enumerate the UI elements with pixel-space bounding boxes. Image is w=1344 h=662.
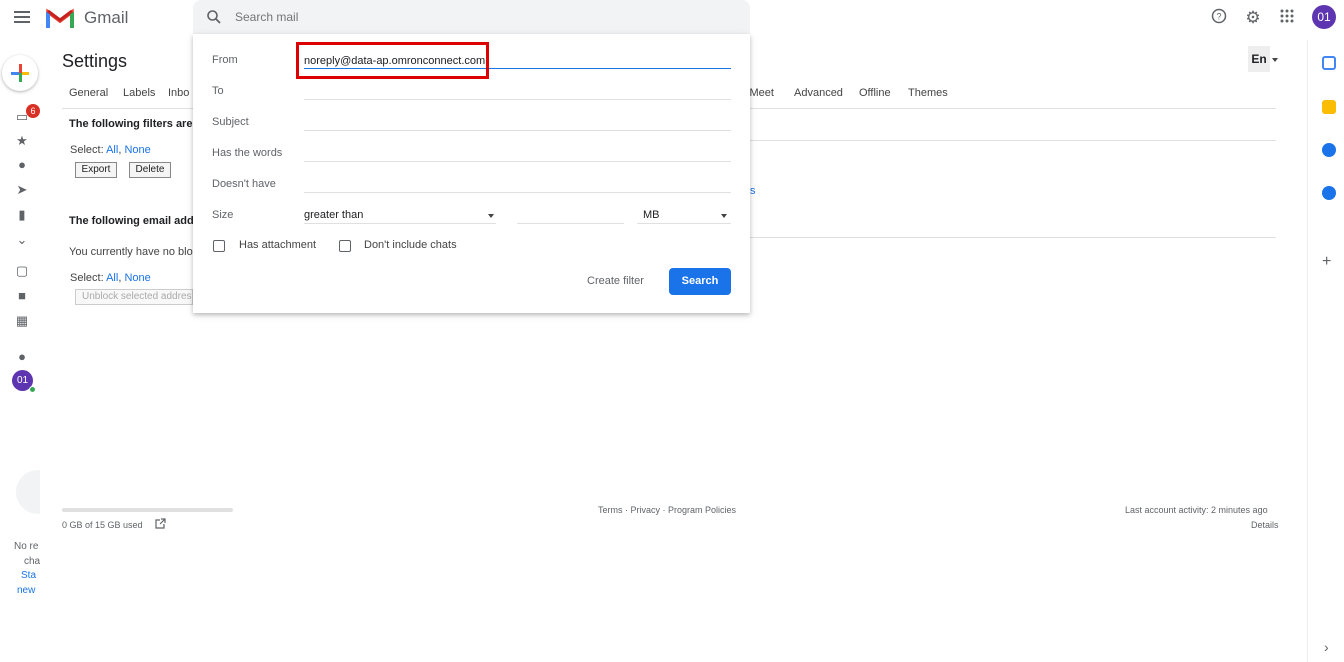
gmail-wordmark: Gmail xyxy=(84,8,129,27)
has-words-field[interactable] xyxy=(304,161,731,162)
size-value-field[interactable] xyxy=(517,223,624,224)
meet-video-icon[interactable]: ■ xyxy=(14,289,30,303)
keep-icon[interactable] xyxy=(1322,100,1336,114)
size-label: Size xyxy=(212,209,234,221)
highlight-box xyxy=(296,42,489,79)
settings-gear-icon[interactable]: ⚙ xyxy=(1243,8,1263,28)
drafts-icon[interactable]: ▮ xyxy=(14,208,30,222)
gmail-logo[interactable] xyxy=(46,7,74,28)
chat-placeholder-icon xyxy=(16,470,40,514)
tab-themes[interactable]: Themes xyxy=(908,87,948,99)
svg-text:?: ? xyxy=(1216,12,1221,22)
size-operator-select[interactable]: greater than xyxy=(304,209,363,221)
filters-heading: The following filters are a xyxy=(69,118,202,130)
dont-include-chats-label: Don't include chats xyxy=(364,239,457,251)
online-status-dot xyxy=(29,386,36,393)
doesnt-have-label: Doesn't have xyxy=(212,178,276,190)
meet-new-icon[interactable]: ▢ xyxy=(14,264,30,278)
create-filter-button[interactable]: Create filter xyxy=(587,275,644,287)
has-attachment-label: Has attachment xyxy=(239,239,317,251)
filters-divider xyxy=(750,140,1276,141)
size-operator-underline xyxy=(304,223,496,224)
account-avatar[interactable]: 01 xyxy=(1312,5,1336,29)
tab-general[interactable]: General xyxy=(69,87,108,99)
main-menu-icon[interactable] xyxy=(14,11,30,23)
blocked-empty-text: You currently have no blo xyxy=(69,246,193,258)
storage-bar xyxy=(62,508,233,512)
sent-icon[interactable]: ➤ xyxy=(14,183,30,197)
filters-select-row: Select: All, None xyxy=(70,144,151,156)
dont-include-chats-checkbox[interactable] xyxy=(339,240,351,252)
right-rail-divider xyxy=(1307,40,1308,662)
filters-link-fragment[interactable]: s xyxy=(750,185,756,197)
search-button[interactable]: Search xyxy=(669,268,731,295)
help-icon[interactable]: ? xyxy=(1209,8,1229,28)
start-chat-link[interactable]: Sta xyxy=(21,570,36,581)
language-dropdown-icon[interactable] xyxy=(1272,58,1278,62)
chat-empty-text: No re xyxy=(14,541,39,552)
select-label: Select: xyxy=(70,144,104,156)
open-external-icon[interactable] xyxy=(154,518,166,530)
details-link[interactable]: Details xyxy=(1251,520,1279,530)
to-field[interactable] xyxy=(304,99,731,100)
advanced-search-dialog: From noreply@data-ap.omronconnect.com To… xyxy=(193,34,750,313)
has-attachment-checkbox[interactable] xyxy=(213,240,225,252)
has-words-label: Has the words xyxy=(212,147,283,159)
compose-button[interactable] xyxy=(2,55,38,91)
size-unit-select[interactable]: MB xyxy=(643,209,660,221)
blocked-heading: The following email addr xyxy=(69,215,198,227)
expand-panel-icon[interactable]: › xyxy=(1324,639,1329,655)
select-all-link[interactable]: All xyxy=(106,272,118,284)
unread-badge: 6 xyxy=(26,104,40,118)
chat-empty-text-2: cha xyxy=(24,556,41,567)
contacts-icon[interactable] xyxy=(1322,186,1336,200)
subject-field[interactable] xyxy=(304,130,731,131)
keyboard-icon[interactable]: ▦ xyxy=(14,314,30,328)
language-button[interactable]: En xyxy=(1248,46,1270,72)
to-label: To xyxy=(212,85,224,97)
apps-grid-icon[interactable] xyxy=(1277,8,1297,28)
blocked-divider xyxy=(750,237,1276,238)
size-unit-dropdown-icon[interactable] xyxy=(721,214,727,218)
hangouts-icon[interactable]: ● xyxy=(14,350,30,364)
last-activity: Last account activity: 2 minutes ago xyxy=(1125,505,1268,515)
select-label: Select: xyxy=(70,272,104,284)
storage-text: 0 GB of 15 GB used xyxy=(62,520,143,530)
export-button[interactable]: Export xyxy=(75,162,117,178)
snoozed-icon[interactable]: ● xyxy=(14,158,30,172)
tasks-icon[interactable] xyxy=(1322,143,1336,157)
select-all-link[interactable]: All xyxy=(106,144,118,156)
starred-icon[interactable]: ★ xyxy=(14,134,30,148)
add-addon-icon[interactable]: + xyxy=(1322,253,1331,271)
unblock-button[interactable]: Unblock selected addres xyxy=(75,289,193,305)
select-none-link[interactable]: None xyxy=(124,144,150,156)
new-chat-link[interactable]: new xyxy=(17,585,35,596)
doesnt-have-field[interactable] xyxy=(304,192,731,193)
page-title: Settings xyxy=(62,51,128,71)
from-label: From xyxy=(212,54,238,66)
tab-labels[interactable]: Labels xyxy=(123,87,155,99)
search-icon[interactable] xyxy=(207,10,221,24)
tab-advanced[interactable]: Advanced xyxy=(794,87,843,99)
select-none-link[interactable]: None xyxy=(124,272,150,284)
search-bar[interactable] xyxy=(193,0,750,34)
delete-button[interactable]: Delete xyxy=(129,162,171,178)
tab-offline[interactable]: Offline xyxy=(859,87,891,99)
subject-label: Subject xyxy=(212,116,249,128)
size-unit-underline xyxy=(637,223,731,224)
size-operator-dropdown-icon[interactable] xyxy=(488,214,494,218)
blocked-select-row: Select: All, None xyxy=(70,272,151,284)
search-input[interactable] xyxy=(235,8,715,26)
more-chevron-icon[interactable]: ⌄ xyxy=(14,233,30,247)
calendar-icon[interactable] xyxy=(1322,56,1336,70)
tab-inbox[interactable]: Inbo xyxy=(168,87,189,99)
footer-links[interactable]: Terms · Privacy · Program Policies xyxy=(598,505,736,515)
